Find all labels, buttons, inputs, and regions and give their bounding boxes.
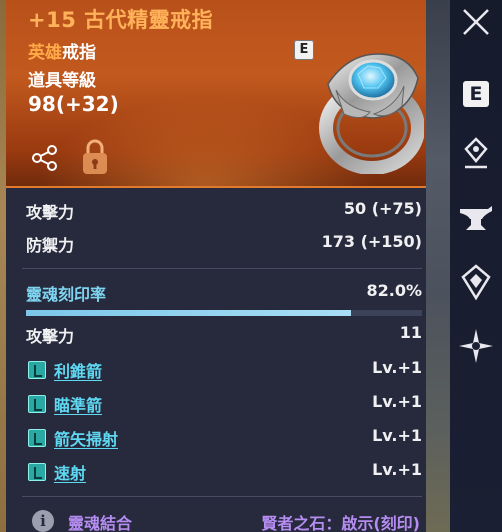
skill-level: Lv.+1 [372,426,422,445]
item-type: 戒指 [62,43,96,63]
skill-link[interactable]: 利錐箭 [54,358,102,382]
info-icon[interactable]: i [32,510,54,532]
skill-book-icon [28,395,46,413]
stat-label: 攻擊力 [26,203,75,222]
stat-label: 攻擊力 [26,327,75,346]
skill-level: Lv.+1 [372,460,422,479]
stat-row-attack: 攻擊力 50 (+75) [6,196,426,226]
close-button[interactable] [456,2,496,42]
enhance-button[interactable] [456,198,496,238]
soul-engrave-value: 82.0% [366,281,422,300]
skill-row[interactable]: 利錐箭 Lv.+1 [6,355,426,385]
item-header: +15 古代精靈戒指 英雄戒指 道具等級 98(+32) E [6,0,426,188]
star-icon [459,329,493,363]
share-icon[interactable] [30,143,60,173]
grade-hero: 英雄 [28,43,62,63]
sidebar: E [450,0,502,532]
e-icon: E [463,81,489,107]
divider [22,268,422,269]
skill-row[interactable]: 箭矢掃射 Lv.+1 [6,423,426,453]
stat-value: 50 (+75) [343,199,422,218]
item-grade: 英雄戒指 [28,38,96,63]
skill-book-icon [28,361,46,379]
stat-row-defense: 防禦力 173 (+150) [6,229,426,259]
soul-engrave-bar [26,310,422,316]
background-sliver [426,0,450,532]
gem-icon [461,264,491,301]
skill-book-icon [28,429,46,447]
tooltip-footer: i 靈魂結合 賢者之石：啟示(刻印) [6,500,426,532]
skill-level: Lv.+1 [372,392,422,411]
close-icon [463,9,489,35]
gem-button[interactable] [456,262,496,302]
soul-attack-row: 攻擊力 11 [6,320,426,350]
skill-book-icon [28,463,46,481]
soul-engrave-bar-fill [26,310,351,316]
ring-image [319,53,424,174]
pin-button[interactable] [456,134,496,174]
item-title: +15 古代精靈戒指 [28,8,214,32]
skill-link[interactable]: 瞄準箭 [54,392,102,416]
stat-value: 173 (+150) [321,232,422,251]
divider [22,496,422,497]
soul-combine-label: 靈魂結合 [68,514,133,532]
stat-value: 11 [399,323,422,342]
soul-engrave-label: 靈魂刻印率 [26,285,107,304]
philosopher-stone-label: 賢者之石：啟示(刻印) [261,514,420,532]
item-level-value: 98(+32) [28,92,119,116]
stat-label: 防禦力 [26,236,75,255]
lock-icon[interactable] [80,138,110,176]
soul-engrave-row: 靈魂刻印率 82.0% [6,278,426,308]
item-level-label: 道具等級 [28,71,96,91]
skill-level: Lv.+1 [372,358,422,377]
pin-icon [464,137,488,169]
skill-link[interactable]: 箭矢掃射 [54,426,118,450]
skill-link[interactable]: 速射 [54,460,86,484]
skill-row[interactable]: 瞄準箭 Lv.+1 [6,389,426,419]
engrave-button[interactable]: E [456,74,496,114]
item-tooltip: +15 古代精靈戒指 英雄戒指 道具等級 98(+32) E 攻擊力 50 (+… [6,0,426,532]
anvil-icon [460,206,492,230]
skill-row[interactable]: 速射 Lv.+1 [6,457,426,487]
awaken-button[interactable] [456,326,496,366]
